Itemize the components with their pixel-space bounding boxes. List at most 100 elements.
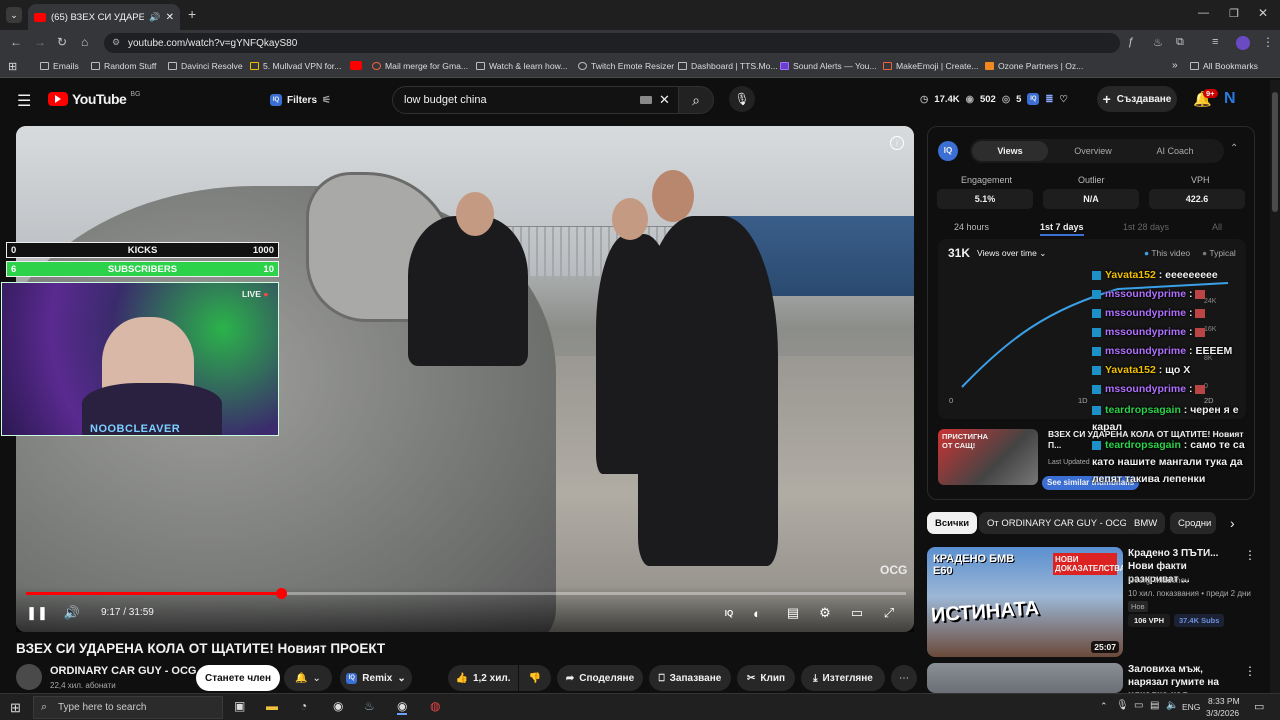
file-explorer-icon[interactable]: ▬ bbox=[266, 699, 278, 713]
notification-center-icon[interactable]: ▭ bbox=[1254, 700, 1264, 713]
remix-button[interactable]: IQ Remix ⌄ bbox=[340, 665, 412, 691]
forward-icon[interactable]: → bbox=[34, 35, 46, 49]
bookmark-item[interactable] bbox=[350, 61, 362, 70]
bookmark-item[interactable]: Twitch Emote Resizer bbox=[578, 61, 674, 71]
task-view-icon[interactable]: ▣ bbox=[234, 699, 245, 713]
recommendation-menu-icon[interactable]: ⋮ bbox=[1244, 664, 1256, 678]
chart-selector[interactable]: Views over time ⌄ bbox=[977, 248, 1046, 259]
similar-thumbnail[interactable]: ПРИСТИГНА ОТ САЩ! bbox=[938, 429, 1038, 485]
recommendation-thumbnail[interactable] bbox=[927, 663, 1123, 693]
dislike-button[interactable]: 👎 bbox=[519, 665, 551, 691]
like-button[interactable]: 👍 1,2 хил. bbox=[448, 665, 518, 691]
chips-next-icon[interactable]: › bbox=[1230, 515, 1235, 531]
filters-button[interactable]: IQ Filters ⚟ bbox=[270, 88, 331, 112]
share-button[interactable]: ➦ Споделяне bbox=[557, 665, 643, 691]
channel-avatar[interactable] bbox=[16, 664, 42, 690]
youtube-logo[interactable]: YouTube BG bbox=[48, 91, 140, 107]
bookmark-item[interactable]: Sound Alerts — You... bbox=[780, 61, 877, 71]
network-icon[interactable]: ▤ bbox=[1150, 700, 1159, 711]
recommendation-thumbnail[interactable]: КРАДЕНО БМВ Е60 НОВИ ДОКАЗАТЕЛСТВА ИСТИН… bbox=[927, 547, 1123, 657]
minimize-icon[interactable]: — bbox=[1198, 7, 1209, 19]
collapse-chevron-icon[interactable]: ⌃ bbox=[1230, 143, 1238, 154]
clear-search-icon[interactable]: ✕ bbox=[659, 92, 670, 108]
vidiq-stats[interactable]: ◷ 17.4K ◉ 502 ◎ 5 IQ ≣ ♡ bbox=[920, 93, 1068, 105]
save-button[interactable]: ⎕ Запазване bbox=[649, 665, 731, 691]
progress-bar[interactable] bbox=[26, 592, 906, 595]
chip-from-channel[interactable]: От ORDINARY CAR GUY - OCG bbox=[979, 512, 1136, 534]
range-1st-28-days[interactable]: 1st 28 days bbox=[1123, 222, 1169, 232]
url-field[interactable]: ⚙ youtube.com/watch?v=gYNFQkayS80 bbox=[104, 33, 1120, 53]
bookmark-item[interactable]: MakeEmoji | Create... bbox=[883, 61, 978, 71]
range-24-hours[interactable]: 24 hours bbox=[954, 222, 989, 232]
subtitles-icon[interactable]: ▤ bbox=[783, 603, 803, 623]
tab-overview[interactable]: Overview bbox=[1058, 141, 1128, 161]
chip-bmw[interactable]: BMW bbox=[1126, 512, 1166, 534]
reload-icon[interactable]: ↻ bbox=[57, 35, 67, 49]
back-icon[interactable]: ← bbox=[10, 35, 22, 49]
extension-fx-icon[interactable]: ƒ bbox=[1128, 36, 1134, 48]
more-actions-button[interactable]: ⋯ bbox=[891, 665, 917, 691]
download-button[interactable]: ⤓ Изтегляне bbox=[801, 665, 885, 691]
fullscreen-icon[interactable]: ⤢ bbox=[879, 603, 899, 623]
range-all[interactable]: All bbox=[1212, 222, 1222, 232]
new-tab-icon[interactable]: + bbox=[188, 6, 196, 22]
recommendation-channel[interactable]: Georgi Mladenov bbox=[1128, 576, 1189, 585]
chrome-icon[interactable]: ◉ bbox=[333, 699, 343, 713]
record-app-icon[interactable]: ◍ bbox=[430, 699, 440, 713]
all-bookmarks[interactable]: All Bookmarks bbox=[1190, 61, 1258, 71]
volume-icon[interactable]: 🔊 bbox=[62, 603, 82, 623]
tab-search-icon[interactable]: ⌄ bbox=[6, 7, 22, 23]
range-1st-7-days[interactable]: 1st 7 days bbox=[1040, 222, 1084, 236]
audio-icon[interactable]: 🔊 bbox=[149, 12, 160, 23]
chip-related[interactable]: Сродни bbox=[1170, 512, 1216, 534]
page-scrollbar[interactable] bbox=[1270, 80, 1280, 693]
bookmarks-overflow-icon[interactable]: » bbox=[1172, 60, 1178, 71]
tab-list-icon[interactable]: ≡ bbox=[1212, 36, 1218, 48]
tray-overflow-icon[interactable]: ⌃ bbox=[1100, 701, 1108, 712]
keyboard-icon[interactable] bbox=[640, 96, 652, 104]
create-button[interactable]: + Създаване bbox=[1097, 86, 1177, 112]
hamburger-menu-icon[interactable]: ☰ bbox=[17, 91, 31, 111]
iq-player-icon[interactable]: IQ bbox=[719, 603, 739, 623]
theater-mode-icon[interactable]: ▭ bbox=[847, 603, 867, 623]
recommendation-menu-icon[interactable]: ⋮ bbox=[1244, 548, 1256, 562]
extension-flame-icon[interactable]: ♨ bbox=[1153, 36, 1163, 49]
autoplay-toggle-icon[interactable]: ◐ bbox=[747, 603, 767, 623]
tab-ai-coach[interactable]: AI Coach bbox=[1140, 141, 1210, 161]
chip-all[interactable]: Всички bbox=[927, 512, 978, 534]
scrollbar-thumb[interactable] bbox=[1272, 92, 1278, 212]
voice-search-button[interactable]: 🎙 bbox=[729, 86, 755, 112]
bookmark-item[interactable]: Emails bbox=[40, 61, 79, 71]
bookmark-item[interactable]: Davinci Resolve bbox=[168, 61, 243, 71]
search-button[interactable]: ⌕ bbox=[678, 86, 714, 114]
extensions-puzzle-icon[interactable]: ⧉ bbox=[1176, 36, 1184, 49]
chrome-active-icon[interactable]: ◉ bbox=[397, 699, 408, 715]
bookmark-item[interactable]: Watch & learn how... bbox=[476, 61, 568, 71]
site-info-icon[interactable]: ⚙ bbox=[112, 37, 120, 48]
bookmark-item[interactable]: Ozone Partners | Oz... bbox=[985, 61, 1083, 71]
app-icon[interactable]: ◔ bbox=[300, 699, 307, 713]
language-indicator[interactable]: ENG bbox=[1182, 702, 1200, 712]
windows-start-icon[interactable]: ⊞ bbox=[10, 700, 21, 716]
pause-icon[interactable]: ❚❚ bbox=[26, 603, 48, 623]
tray-app-icon[interactable]: ▭ bbox=[1134, 700, 1143, 711]
bookmark-item[interactable]: Dashboard | TTS.Mo... bbox=[678, 61, 778, 71]
restore-icon[interactable]: ❐ bbox=[1229, 7, 1239, 20]
tab-views[interactable]: Views bbox=[972, 141, 1048, 161]
taskbar-search[interactable]: ⌕ Type here to search bbox=[33, 696, 223, 719]
clip-button[interactable]: ✂ Клип bbox=[737, 665, 795, 691]
bookmark-item[interactable]: Random Stuff bbox=[91, 61, 156, 71]
profile-avatar[interactable] bbox=[1236, 36, 1250, 50]
search-input[interactable]: low budget china ✕ bbox=[392, 86, 680, 114]
home-icon[interactable]: ⌂ bbox=[81, 35, 88, 49]
steam-icon[interactable]: ♨ bbox=[364, 699, 375, 713]
speaker-icon[interactable]: 🔈 bbox=[1166, 700, 1178, 711]
browser-menu-icon[interactable]: ⋮ bbox=[1262, 35, 1274, 49]
tab-close-icon[interactable]: ✕ bbox=[166, 12, 174, 23]
bookmark-item[interactable]: 5. Mullvad VPN for... bbox=[250, 61, 341, 71]
account-avatar[interactable]: N bbox=[1224, 90, 1236, 108]
channel-name[interactable]: ORDINARY CAR GUY - OCG bbox=[50, 665, 196, 677]
info-icon[interactable]: i bbox=[890, 136, 904, 150]
clock-time[interactable]: 8:33 PM bbox=[1208, 696, 1240, 706]
subscribe-bell-button[interactable]: 🔔 ⌄ bbox=[284, 665, 332, 691]
